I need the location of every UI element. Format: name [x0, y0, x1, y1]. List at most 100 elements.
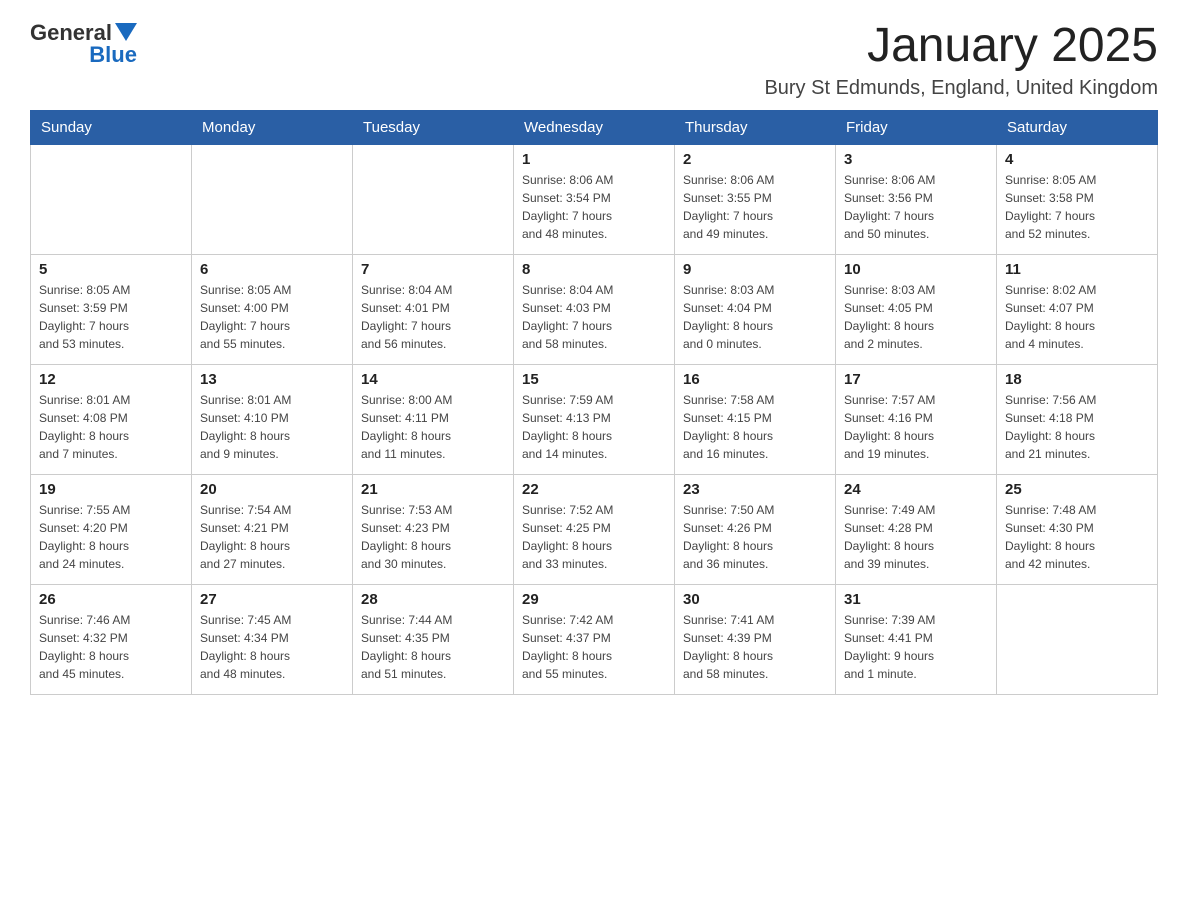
calendar-cell: 18 Sunrise: 7:56 AM Sunset: 4:18 PM Dayli…	[997, 364, 1158, 474]
day-info: Sunrise: 7:46 AM Sunset: 4:32 PM Dayligh…	[39, 611, 183, 683]
day-info: Sunrise: 7:56 AM Sunset: 4:18 PM Dayligh…	[1005, 391, 1149, 463]
calendar-cell: 27 Sunrise: 7:45 AM Sunset: 4:34 PM Dayli…	[192, 584, 353, 694]
week-row-2: 5Sunrise: 8:05 AM Sunset: 3:59 PM Daylig…	[31, 254, 1158, 364]
day-header-tuesday: Tuesday	[353, 110, 514, 144]
day-number: 22	[522, 481, 666, 498]
calendar-cell: 1Sunrise: 8:06 AM Sunset: 3:54 PM Daylig…	[514, 144, 675, 254]
day-info: Sunrise: 7:54 AM Sunset: 4:21 PM Dayligh…	[200, 501, 344, 573]
day-number: 12	[39, 371, 183, 388]
day-number: 19	[39, 481, 183, 498]
day-info: Sunrise: 8:03 AM Sunset: 4:04 PM Dayligh…	[683, 281, 827, 353]
day-info: Sunrise: 7:53 AM Sunset: 4:23 PM Dayligh…	[361, 501, 505, 573]
calendar-header-row: SundayMondayTuesdayWednesdayThursdayFrid…	[31, 110, 1158, 144]
calendar-cell: 20 Sunrise: 7:54 AM Sunset: 4:21 PM Dayli…	[192, 474, 353, 584]
day-info: Sunrise: 7:39 AM Sunset: 4:41 PM Dayligh…	[844, 611, 988, 683]
week-row-4: 19 Sunrise: 7:55 AM Sunset: 4:20 PM Dayli…	[31, 474, 1158, 584]
day-number: 5	[39, 261, 183, 278]
calendar-cell	[353, 144, 514, 254]
calendar-cell: 11Sunrise: 8:02 AM Sunset: 4:07 PM Dayli…	[997, 254, 1158, 364]
day-number: 10	[844, 261, 988, 278]
day-number: 6	[200, 261, 344, 278]
calendar-cell: 14 Sunrise: 8:00 AM Sunset: 4:11 PM Dayli…	[353, 364, 514, 474]
calendar-cell: 29 Sunrise: 7:42 AM Sunset: 4:37 PM Dayli…	[514, 584, 675, 694]
day-header-saturday: Saturday	[997, 110, 1158, 144]
calendar-cell: 28Sunrise: 7:44 AM Sunset: 4:35 PM Dayli…	[353, 584, 514, 694]
calendar-cell: 16Sunrise: 7:58 AM Sunset: 4:15 PM Dayli…	[675, 364, 836, 474]
calendar-cell: 2 Sunrise: 8:06 AM Sunset: 3:55 PM Daylig…	[675, 144, 836, 254]
day-info: Sunrise: 8:02 AM Sunset: 4:07 PM Dayligh…	[1005, 281, 1149, 353]
title-section: January 2025 Bury St Edmunds, England, U…	[764, 20, 1158, 100]
page-header: General Blue January 2025 Bury St Edmund…	[30, 20, 1158, 100]
calendar-cell: 5Sunrise: 8:05 AM Sunset: 3:59 PM Daylig…	[31, 254, 192, 364]
calendar-cell: 31 Sunrise: 7:39 AM Sunset: 4:41 PM Dayli…	[836, 584, 997, 694]
day-info: Sunrise: 8:04 AM Sunset: 4:03 PM Dayligh…	[522, 281, 666, 353]
calendar-cell	[192, 144, 353, 254]
day-info: Sunrise: 8:06 AM Sunset: 3:55 PM Dayligh…	[683, 171, 827, 243]
day-info: Sunrise: 8:06 AM Sunset: 3:54 PM Dayligh…	[522, 171, 666, 243]
calendar-table: SundayMondayTuesdayWednesdayThursdayFrid…	[30, 110, 1158, 695]
day-info: Sunrise: 7:45 AM Sunset: 4:34 PM Dayligh…	[200, 611, 344, 683]
day-info: Sunrise: 8:01 AM Sunset: 4:10 PM Dayligh…	[200, 391, 344, 463]
calendar-cell: 12 Sunrise: 8:01 AM Sunset: 4:08 PM Dayli…	[31, 364, 192, 474]
day-number: 21	[361, 481, 505, 498]
day-number: 15	[522, 371, 666, 388]
day-info: Sunrise: 8:04 AM Sunset: 4:01 PM Dayligh…	[361, 281, 505, 353]
day-info: Sunrise: 8:01 AM Sunset: 4:08 PM Dayligh…	[39, 391, 183, 463]
day-number: 4	[1005, 151, 1149, 168]
day-number: 29	[522, 591, 666, 608]
day-number: 28	[361, 591, 505, 608]
day-number: 31	[844, 591, 988, 608]
day-info: Sunrise: 8:03 AM Sunset: 4:05 PM Dayligh…	[844, 281, 988, 353]
day-number: 20	[200, 481, 344, 498]
day-number: 13	[200, 371, 344, 388]
day-info: Sunrise: 7:42 AM Sunset: 4:37 PM Dayligh…	[522, 611, 666, 683]
day-number: 24	[844, 481, 988, 498]
day-header-sunday: Sunday	[31, 110, 192, 144]
calendar-cell: 21 Sunrise: 7:53 AM Sunset: 4:23 PM Dayli…	[353, 474, 514, 584]
logo-blue-text: Blue	[89, 42, 137, 68]
day-info: Sunrise: 7:55 AM Sunset: 4:20 PM Dayligh…	[39, 501, 183, 573]
day-number: 25	[1005, 481, 1149, 498]
day-number: 30	[683, 591, 827, 608]
day-info: Sunrise: 7:48 AM Sunset: 4:30 PM Dayligh…	[1005, 501, 1149, 573]
day-info: Sunrise: 7:57 AM Sunset: 4:16 PM Dayligh…	[844, 391, 988, 463]
calendar-cell: 19 Sunrise: 7:55 AM Sunset: 4:20 PM Dayli…	[31, 474, 192, 584]
calendar-cell	[31, 144, 192, 254]
calendar-cell: 6 Sunrise: 8:05 AM Sunset: 4:00 PM Daylig…	[192, 254, 353, 364]
calendar-cell: 3Sunrise: 8:06 AM Sunset: 3:56 PM Daylig…	[836, 144, 997, 254]
day-number: 14	[361, 371, 505, 388]
calendar-cell: 23 Sunrise: 7:50 AM Sunset: 4:26 PM Dayli…	[675, 474, 836, 584]
day-info: Sunrise: 7:50 AM Sunset: 4:26 PM Dayligh…	[683, 501, 827, 573]
day-info: Sunrise: 7:52 AM Sunset: 4:25 PM Dayligh…	[522, 501, 666, 573]
week-row-3: 12 Sunrise: 8:01 AM Sunset: 4:08 PM Dayli…	[31, 364, 1158, 474]
day-info: Sunrise: 8:05 AM Sunset: 3:58 PM Dayligh…	[1005, 171, 1149, 243]
day-number: 17	[844, 371, 988, 388]
day-header-wednesday: Wednesday	[514, 110, 675, 144]
day-number: 2	[683, 151, 827, 168]
month-title: January 2025	[764, 20, 1158, 73]
day-number: 23	[683, 481, 827, 498]
day-info: Sunrise: 7:41 AM Sunset: 4:39 PM Dayligh…	[683, 611, 827, 683]
day-header-monday: Monday	[192, 110, 353, 144]
calendar-cell: 24Sunrise: 7:49 AM Sunset: 4:28 PM Dayli…	[836, 474, 997, 584]
day-info: Sunrise: 8:00 AM Sunset: 4:11 PM Dayligh…	[361, 391, 505, 463]
day-number: 27	[200, 591, 344, 608]
calendar-cell: 22 Sunrise: 7:52 AM Sunset: 4:25 PM Dayli…	[514, 474, 675, 584]
week-row-1: 1Sunrise: 8:06 AM Sunset: 3:54 PM Daylig…	[31, 144, 1158, 254]
calendar-cell: 26 Sunrise: 7:46 AM Sunset: 4:32 PM Dayli…	[31, 584, 192, 694]
calendar-cell: 15 Sunrise: 7:59 AM Sunset: 4:13 PM Dayli…	[514, 364, 675, 474]
day-info: Sunrise: 7:59 AM Sunset: 4:13 PM Dayligh…	[522, 391, 666, 463]
day-info: Sunrise: 8:05 AM Sunset: 4:00 PM Dayligh…	[200, 281, 344, 353]
day-number: 8	[522, 261, 666, 278]
calendar-cell: 17 Sunrise: 7:57 AM Sunset: 4:16 PM Dayli…	[836, 364, 997, 474]
calendar-cell: 9Sunrise: 8:03 AM Sunset: 4:04 PM Daylig…	[675, 254, 836, 364]
day-number: 18	[1005, 371, 1149, 388]
calendar-cell	[997, 584, 1158, 694]
calendar-cell: 7Sunrise: 8:04 AM Sunset: 4:01 PM Daylig…	[353, 254, 514, 364]
logo-arrow-icon	[115, 23, 137, 41]
day-info: Sunrise: 8:06 AM Sunset: 3:56 PM Dayligh…	[844, 171, 988, 243]
calendar-cell: 13 Sunrise: 8:01 AM Sunset: 4:10 PM Dayli…	[192, 364, 353, 474]
day-number: 26	[39, 591, 183, 608]
week-row-5: 26 Sunrise: 7:46 AM Sunset: 4:32 PM Dayli…	[31, 584, 1158, 694]
day-header-friday: Friday	[836, 110, 997, 144]
